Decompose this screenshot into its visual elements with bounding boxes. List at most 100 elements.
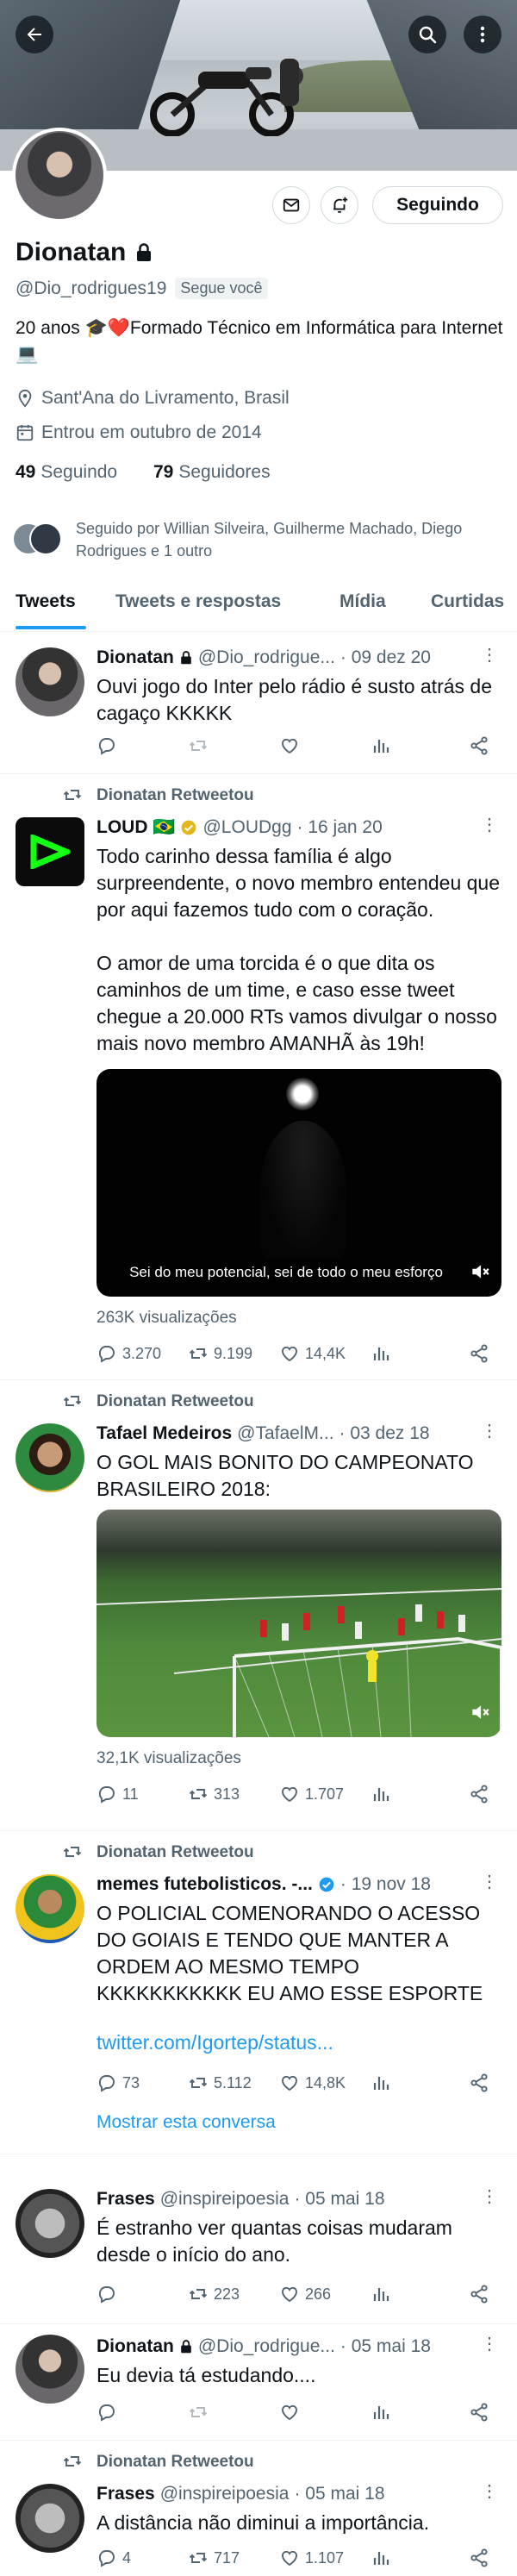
tab-tweets-and-replies[interactable]: Tweets e respostas [115,591,281,612]
share-button[interactable] [469,1784,489,1804]
tweet-author-name[interactable]: Dionatan [97,647,174,668]
share-button[interactable] [469,735,489,756]
tweet-author-handle[interactable]: @Dio_rodrigue... [198,2336,335,2357]
search-button[interactable] [408,16,446,53]
tweet-item[interactable]: Dionatan Retweetou Frases @inspireipoesi… [0,2441,517,2576]
following-button[interactable]: Seguindo [372,186,503,224]
reply-button[interactable] [97,735,117,756]
tweet-item[interactable]: Dionatan @Dio_rodrigue... · 05 mai 18 ⋮ … [0,2324,517,2441]
tweet-avatar[interactable] [16,647,84,716]
tweet-item[interactable]: Frases @inspireipoesia · 05 mai 18 ⋮ É e… [0,2154,517,2324]
tweet-author-handle[interactable]: @inspireipoesia [160,2484,290,2504]
followed-by-text[interactable]: Seguido por Willian Silveira, Guilherme … [76,517,507,562]
tweet-more-icon[interactable]: ⋮ [481,644,498,666]
like-button[interactable]: 1.107 [279,2548,344,2568]
share-button[interactable] [469,2284,489,2304]
views-button[interactable] [371,2402,391,2423]
tweet-author-name[interactable]: LOUD 🇧🇷 [97,817,175,838]
like-button[interactable]: 266 [279,2284,331,2304]
tweet-avatar[interactable] [16,2189,84,2258]
profile-avatar[interactable] [12,128,107,222]
like-button[interactable]: 14,8K [279,2073,346,2093]
tweet-date[interactable]: · 05 mai 18 [340,2336,431,2357]
tweet-item[interactable]: Dionatan Retweetou LOUD 🇧🇷 @LOUDgg · 16 … [0,774,517,1380]
more-options-button[interactable] [464,16,501,53]
tweet-author-name[interactable]: Dionatan [97,2336,174,2357]
views-button[interactable] [371,1343,391,1364]
retweet-label[interactable]: Dionatan Retweetou [97,1843,254,1862]
tweet-author-handle[interactable]: @LOUDgg [202,817,291,838]
tab-tweets[interactable]: Tweets [16,591,76,612]
tweet-date[interactable]: · 16 jan 20 [297,817,383,838]
reply-button[interactable]: 11 [97,1784,139,1804]
tweet-author-name[interactable]: Frases [97,2189,155,2210]
retweet-button[interactable]: 717 [188,2548,240,2568]
followers-link[interactable]: 79 Seguidores [153,462,271,483]
tweet-video[interactable]: Sei do meu potencial, sei de todo o meu … [97,1069,501,1297]
tab-likes[interactable]: Curtidas [431,591,504,612]
tab-media[interactable]: Mídia [339,591,386,612]
reply-button[interactable] [97,2402,117,2423]
tweet-link[interactable]: twitter.com/Igortep/status... [97,2031,333,2054]
views-button[interactable] [371,735,391,756]
message-button[interactable] [272,186,310,224]
muted-speaker-icon[interactable] [469,1260,491,1283]
tweet-more-icon[interactable]: ⋮ [481,1871,498,1892]
retweet-label[interactable]: Dionatan Retweetou [97,786,254,805]
retweet-button[interactable]: 313 [188,1784,240,1804]
tweet-avatar[interactable] [16,2335,84,2404]
show-thread-link[interactable]: Mostrar esta conversa [97,2112,276,2133]
share-button[interactable] [469,2402,489,2423]
views-button[interactable] [371,1784,391,1804]
tweet-more-icon[interactable]: ⋮ [481,2333,498,2354]
like-button[interactable] [279,735,300,756]
like-button[interactable]: 1.707 [279,1784,344,1804]
tweet-date[interactable]: · 05 mai 18 [294,2189,384,2210]
tweet-avatar[interactable] [16,817,84,886]
tweet-avatar[interactable] [16,1423,84,1492]
muted-speaker-icon[interactable] [469,1701,491,1723]
tweet-more-icon[interactable]: ⋮ [481,2480,498,2502]
tweet-date[interactable]: · 09 dez 20 [340,647,431,668]
retweet-button[interactable] [188,735,209,756]
tweet-item[interactable]: Dionatan Retweetou memes futebolisticos.… [0,1831,517,2154]
tweet-author-handle[interactable]: @inspireipoesia [160,2189,290,2210]
reply-button[interactable]: 73 [97,2073,140,2093]
tweet-item[interactable]: Dionatan @Dio_rodrigue... · 09 dez 20 ⋮ … [0,632,517,774]
notifications-button[interactable] [321,186,358,224]
tweet-author-name[interactable]: memes futebolisticos. -... [97,1874,313,1895]
views-button[interactable] [371,2548,391,2568]
share-button[interactable] [469,2548,489,2568]
like-button[interactable] [279,2402,300,2423]
tweet-video[interactable] [97,1510,501,1737]
reply-button[interactable] [97,2284,117,2304]
reply-button[interactable]: 3.270 [97,1343,161,1364]
retweet-button[interactable] [188,2402,209,2423]
tweet-author-name[interactable]: Frases [97,2484,155,2504]
tweet-date[interactable]: · 03 dez 18 [339,1423,430,1444]
tweet-item[interactable]: Dionatan Retweetou Tafael Medeiros @Tafa… [0,1380,517,1831]
tweet-author-handle[interactable]: @TafaelM... [237,1423,333,1444]
tweet-more-icon[interactable]: ⋮ [481,2185,498,2207]
tweet-author-handle[interactable]: @Dio_rodrigue... [198,647,335,668]
tweet-avatar[interactable] [16,2484,84,2553]
views-button[interactable] [371,2284,391,2304]
share-button[interactable] [469,1343,489,1364]
share-button[interactable] [469,2073,489,2093]
reply-button[interactable]: 4 [97,2548,131,2568]
tweet-more-icon[interactable]: ⋮ [481,1420,498,1441]
tweet-more-icon[interactable]: ⋮ [481,814,498,835]
tweet-avatar[interactable] [16,1874,84,1943]
followed-by-avatars[interactable] [12,522,72,555]
retweet-label[interactable]: Dionatan Retweetou [97,1392,254,1411]
retweet-button[interactable]: 5.112 [188,2073,252,2093]
views-button[interactable] [371,2073,391,2093]
following-link[interactable]: 49 Seguindo [16,462,117,483]
tweet-date[interactable]: · 05 mai 18 [294,2484,384,2504]
retweet-label[interactable]: Dionatan Retweetou [97,2453,254,2472]
retweet-button[interactable]: 9.199 [188,1343,252,1364]
like-button[interactable]: 14,4K [279,1343,346,1364]
back-button[interactable] [16,16,53,53]
retweet-button[interactable]: 223 [188,2284,240,2304]
tweet-author-name[interactable]: Tafael Medeiros [97,1423,232,1444]
